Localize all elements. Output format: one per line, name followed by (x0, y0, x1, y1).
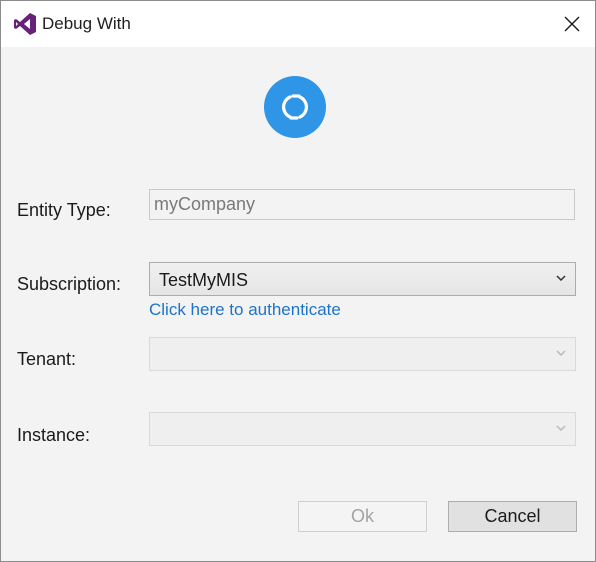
tenant-dropdown[interactable] (149, 337, 576, 371)
subscription-dropdown[interactable]: TestMyMIS (149, 262, 576, 296)
instance-dropdown[interactable] (149, 412, 576, 446)
entity-type-label: Entity Type: (17, 200, 111, 220)
chevron-down-icon (556, 275, 566, 281)
close-icon (564, 16, 580, 32)
chevron-down-icon (556, 425, 566, 431)
instance-label: Instance: (17, 425, 91, 445)
chevron-down-icon (556, 350, 566, 356)
debug-with-dialog: Debug With Entity Type: Subscription: Te… (0, 0, 596, 562)
window-title: Debug With (42, 14, 131, 33)
dynamics-logo-icon (264, 76, 326, 138)
ok-button[interactable]: Ok (298, 501, 427, 532)
close-button[interactable] (549, 1, 595, 47)
subscription-selected-value: TestMyMIS (159, 270, 249, 290)
entity-type-field[interactable] (149, 189, 575, 220)
cancel-button[interactable]: Cancel (448, 501, 577, 532)
subscription-label: Subscription: (17, 274, 122, 294)
visual-studio-icon (12, 11, 38, 37)
authenticate-link[interactable]: Click here to authenticate (149, 299, 341, 321)
title-bar[interactable]: Debug With (1, 1, 595, 47)
tenant-label: Tenant: (17, 349, 77, 369)
